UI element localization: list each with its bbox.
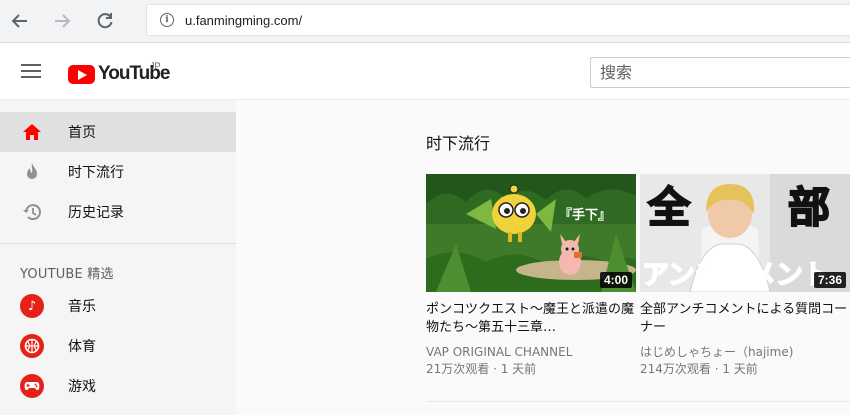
sidebar-section-title: YOUTUBE 精选 bbox=[20, 267, 114, 282]
browser-toolbar: i u.fanmingming.com/ bbox=[0, 0, 850, 43]
thumbnail-text-right: 部 bbox=[788, 183, 830, 232]
shelf-title[interactable]: 时下流行 bbox=[426, 130, 490, 154]
thumbnail-text-bottom: アンチコメント bbox=[642, 260, 830, 291]
view-count: 21万次观看 bbox=[426, 362, 490, 376]
history-icon bbox=[20, 200, 44, 224]
gaming-icon bbox=[20, 374, 44, 398]
address-bar[interactable]: i u.fanmingming.com/ bbox=[146, 4, 850, 36]
sidebar-item-label: 历史记录 bbox=[68, 205, 124, 221]
video-thumbnail[interactable]: 全 部 アンチコメント 7:36 bbox=[640, 174, 850, 292]
sidebar-item-label: 游戏 bbox=[68, 379, 96, 395]
sports-icon bbox=[20, 334, 44, 358]
video-title[interactable]: 全部アンチコメントによる質問コーナー bbox=[640, 301, 850, 337]
video-card[interactable]: 全 部 アンチコメント 7:36 全部アンチコメントによる質問コーナー はじめし… bbox=[640, 174, 850, 378]
sidebar-item-home[interactable]: 首页 bbox=[0, 112, 236, 152]
flame-icon bbox=[20, 160, 44, 184]
menu-icon[interactable] bbox=[21, 64, 41, 78]
reload-button[interactable] bbox=[92, 8, 118, 34]
country-code: JP bbox=[150, 61, 161, 71]
channel-name[interactable]: はじめしゃちょー（hajime) bbox=[640, 344, 850, 360]
home-icon bbox=[20, 120, 44, 144]
arrow-left-icon bbox=[11, 14, 27, 28]
sidebar: 首页 时下流行 历史记录 YOUTUBE 精选 ♪ 音乐 体育 游戏 bbox=[0, 100, 236, 415]
sidebar-item-trending[interactable]: 时下流行 bbox=[0, 152, 236, 192]
sidebar-item-gaming[interactable]: 游戏 bbox=[0, 366, 236, 406]
view-count: 214万次观看 bbox=[640, 362, 711, 376]
video-meta: 214万次观看 · 1 天前 bbox=[640, 362, 758, 376]
url-text[interactable]: u.fanmingming.com/ bbox=[185, 13, 302, 28]
play-logo-icon bbox=[68, 64, 95, 84]
masthead: YouTube JP bbox=[0, 43, 850, 100]
video-card[interactable]: 『手下』 4:00 ポンコツクエスト～魔王と派遣の魔物たち～第五十三章… VAP… bbox=[426, 174, 636, 378]
reload-icon bbox=[97, 13, 113, 29]
search-box[interactable] bbox=[590, 57, 850, 88]
arrow-right-icon bbox=[55, 14, 71, 28]
sidebar-item-label: 音乐 bbox=[68, 299, 96, 315]
sidebar-item-sports[interactable]: 体育 bbox=[0, 326, 236, 366]
video-duration: 4:00 bbox=[599, 272, 632, 288]
channel-name[interactable]: VAP ORIGINAL CHANNEL bbox=[426, 344, 636, 360]
search-input[interactable] bbox=[591, 63, 850, 82]
thumbnail-caption: 『手下』 bbox=[559, 207, 611, 223]
forward-button[interactable] bbox=[50, 8, 76, 34]
shelf-divider bbox=[426, 401, 850, 402]
sidebar-item-music[interactable]: ♪ 音乐 bbox=[0, 286, 236, 326]
sidebar-item-label: 时下流行 bbox=[68, 165, 124, 181]
main-content: 时下流行 『手下』 4:00 ポンコツクエスト～魔王と派遣の魔物たち～第五十三章… bbox=[236, 100, 850, 415]
info-icon[interactable]: i bbox=[160, 13, 174, 27]
back-button[interactable] bbox=[6, 8, 32, 34]
sidebar-item-history[interactable]: 历史记录 bbox=[0, 192, 236, 232]
thumbnail-text-left: 全 bbox=[647, 183, 691, 232]
upload-age: 1 天前 bbox=[500, 362, 537, 376]
video-meta: 21万次观看 · 1 天前 bbox=[426, 362, 537, 376]
sidebar-item-label: 体育 bbox=[68, 339, 96, 355]
video-thumbnail[interactable]: 『手下』 4:00 bbox=[426, 174, 636, 292]
music-icon: ♪ bbox=[20, 294, 44, 318]
sidebar-divider bbox=[0, 243, 236, 244]
video-title[interactable]: ポンコツクエスト～魔王と派遣の魔物たち～第五十三章… bbox=[426, 301, 636, 337]
upload-age: 1 天前 bbox=[722, 362, 758, 376]
video-duration: 7:36 bbox=[813, 272, 846, 288]
sidebar-item-label: 首页 bbox=[68, 125, 96, 141]
